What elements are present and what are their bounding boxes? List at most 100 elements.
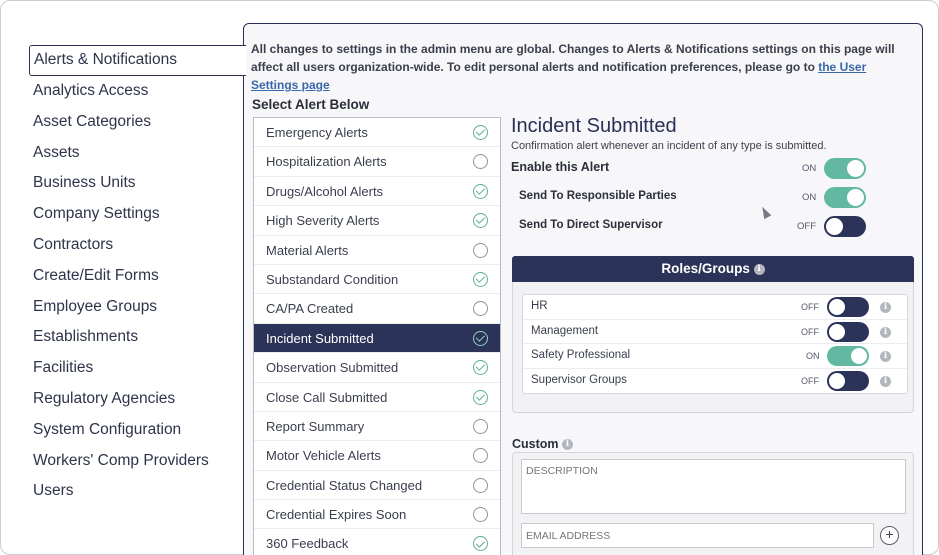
info-icon[interactable]: i: [562, 439, 574, 451]
responsible-parties-label: Send To Responsible Parties: [519, 190, 677, 202]
enable-alert-toggle[interactable]: [824, 158, 866, 179]
alert-item-credential-status-changed[interactable]: Credential Status Changed: [254, 471, 500, 501]
role-name: HR: [531, 300, 548, 312]
sidebar-item-users[interactable]: Users: [29, 476, 245, 507]
role-toggle-safety-professional[interactable]: [827, 346, 869, 366]
sidebar-item-alerts-notifications[interactable]: Alerts & Notifications: [29, 45, 246, 76]
role-toggle-hr[interactable]: [827, 297, 869, 317]
role-state: OFF: [801, 302, 819, 312]
admin-sidebar: Alerts & Notifications Analytics Access …: [29, 45, 246, 507]
alert-item-material[interactable]: Material Alerts: [254, 236, 500, 265]
alert-list-title: Select Alert Below: [252, 97, 370, 112]
sidebar-item-facilities[interactable]: Facilities: [29, 353, 245, 384]
check-circle-icon: [473, 213, 488, 229]
role-toggle-supervisor-groups[interactable]: [827, 370, 869, 391]
sidebar-item-asset-categories[interactable]: Asset Categories: [29, 107, 245, 138]
email-address-input[interactable]: [521, 523, 874, 548]
empty-circle-icon: [473, 301, 488, 317]
alert-item-motor-vehicle[interactable]: Motor Vehicle Alerts: [254, 441, 500, 471]
empty-circle-icon: [473, 448, 488, 464]
responsible-parties-state: ON: [802, 192, 817, 203]
info-icon[interactable]: i: [880, 351, 891, 362]
custom-recipients-box: +: [512, 452, 914, 555]
info-icon[interactable]: i: [880, 326, 891, 338]
info-icon[interactable]: i: [880, 375, 891, 387]
alert-list[interactable]: Emergency Alerts Hospitalization Alerts …: [253, 117, 501, 555]
alert-item-emergency[interactable]: Emergency Alerts: [254, 118, 500, 148]
alert-item-label: Observation Submitted: [266, 360, 399, 376]
roles-groups-header: Roles/Groups i: [512, 256, 914, 282]
empty-circle-icon: [473, 477, 488, 493]
custom-title: Custom: [512, 437, 559, 451]
check-circle-icon: [473, 271, 488, 287]
app-window: Alerts & Notifications Analytics Access …: [0, 0, 939, 555]
sidebar-item-create-edit-forms[interactable]: Create/Edit Forms: [29, 261, 245, 292]
toggle-knob: [829, 372, 845, 389]
enable-alert-state: ON: [802, 163, 817, 174]
alert-item-close-call-submitted[interactable]: Close Call Submitted: [254, 383, 500, 412]
check-circle-icon: [473, 360, 488, 376]
empty-circle-icon: [473, 507, 488, 523]
toggle-knob: [826, 218, 843, 235]
empty-circle-icon: [473, 418, 488, 434]
toggle-knob: [829, 323, 845, 340]
sidebar-item-system-configuration[interactable]: System Configuration: [29, 415, 245, 446]
responsible-parties-toggle[interactable]: [824, 187, 866, 208]
custom-section-label: Custom i: [512, 437, 574, 451]
sidebar-item-business-units[interactable]: Business Units: [29, 168, 245, 199]
direct-supervisor-state: OFF: [797, 221, 816, 232]
description-textarea[interactable]: [521, 459, 906, 514]
role-toggle-management[interactable]: [827, 321, 869, 342]
role-row-safety-professional: Safety Professional ON i: [523, 344, 907, 369]
alert-item-report-summary[interactable]: Report Summary: [254, 412, 500, 442]
notice-text: All changes to settings in the admin men…: [251, 42, 895, 74]
alert-item-high-severity[interactable]: High Severity Alerts: [254, 206, 500, 236]
alert-item-label: Incident Submitted: [266, 330, 374, 346]
toggle-knob: [829, 299, 845, 315]
alert-item-label: Credential Status Changed: [266, 477, 423, 493]
direct-supervisor-toggle[interactable]: [824, 216, 866, 237]
alert-item-label: Substandard Condition: [266, 271, 399, 287]
empty-circle-icon: [473, 154, 488, 170]
alert-item-label: Credential Expires Soon: [266, 507, 407, 523]
sidebar-item-establishments[interactable]: Establishments: [29, 322, 245, 353]
alert-item-360-feedback[interactable]: 360 Feedback: [254, 529, 500, 555]
info-icon[interactable]: i: [880, 302, 891, 313]
alert-item-observation-submitted[interactable]: Observation Submitted: [254, 353, 500, 383]
role-row-management: Management OFF i: [523, 320, 907, 344]
global-settings-notice: All changes to settings in the admin men…: [251, 40, 911, 94]
toggle-knob: [847, 160, 864, 177]
alert-item-hospitalization[interactable]: Hospitalization Alerts: [254, 147, 500, 177]
alert-item-substandard-condition[interactable]: Substandard Condition: [254, 265, 500, 295]
sidebar-item-workers-comp-providers[interactable]: Workers' Comp Providers: [29, 446, 245, 477]
sidebar-item-regulatory-agencies[interactable]: Regulatory Agencies: [29, 384, 245, 415]
alert-item-label: CA/PA Created: [266, 301, 354, 317]
alert-detail-title: Incident Submitted: [511, 115, 677, 137]
mouse-cursor-icon: [758, 204, 772, 220]
info-icon[interactable]: i: [753, 263, 765, 275]
sidebar-item-contractors[interactable]: Contractors: [29, 230, 245, 261]
sidebar-item-company-settings[interactable]: Company Settings: [29, 199, 245, 230]
alert-item-label: Drugs/Alcohol Alerts: [266, 183, 384, 199]
check-circle-icon: [473, 183, 488, 199]
role-name: Management: [531, 324, 599, 337]
check-circle-icon: [473, 125, 488, 140]
role-name: Safety Professional: [531, 349, 631, 361]
alerts-settings-panel: All changes to settings in the admin men…: [243, 23, 923, 555]
alert-item-label: Hospitalization Alerts: [266, 154, 387, 170]
check-circle-icon: [473, 389, 488, 405]
alert-item-label: Motor Vehicle Alerts: [266, 448, 381, 464]
sidebar-item-analytics-access[interactable]: Analytics Access: [29, 76, 245, 107]
alert-item-label: Report Summary: [266, 418, 365, 434]
alert-item-capa-created[interactable]: CA/PA Created: [254, 294, 500, 324]
alert-item-label: 360 Feedback: [266, 536, 349, 552]
sidebar-item-employee-groups[interactable]: Employee Groups: [29, 292, 245, 323]
alert-item-incident-submitted[interactable]: Incident Submitted: [254, 323, 500, 354]
sidebar-item-assets[interactable]: Assets: [29, 138, 245, 169]
add-email-button[interactable]: +: [880, 526, 899, 545]
alert-item-drugs-alcohol[interactable]: Drugs/Alcohol Alerts: [254, 177, 500, 207]
role-name: Supervisor Groups: [531, 373, 627, 386]
toggle-knob: [847, 189, 864, 206]
enable-alert-label: Enable this Alert: [511, 160, 610, 174]
alert-item-credential-expires-soon[interactable]: Credential Expires Soon: [254, 500, 500, 530]
